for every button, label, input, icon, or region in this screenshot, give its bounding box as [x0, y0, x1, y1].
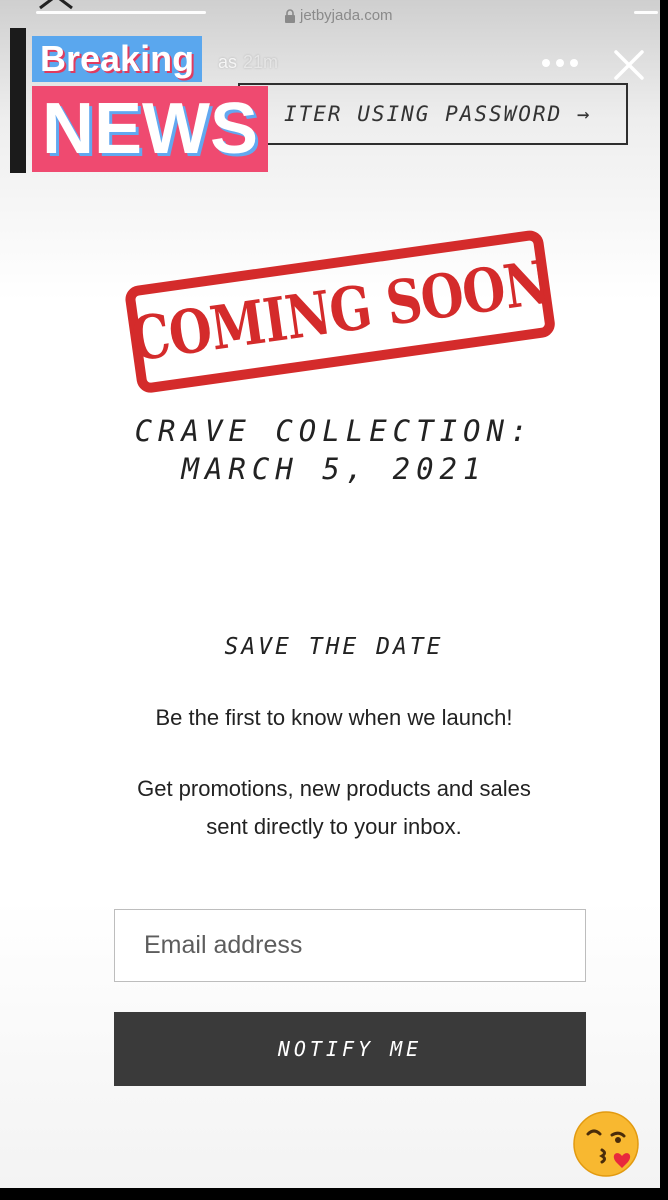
story-progress-bar-next — [634, 11, 658, 14]
enter-using-password-button[interactable]: ITER USING PASSWORD → — [238, 83, 628, 145]
close-icon[interactable] — [612, 48, 646, 82]
stamp-border: COMING SOON — [123, 228, 557, 395]
story-username[interactable]: as — [218, 52, 237, 73]
more-options-icon[interactable] — [540, 56, 580, 70]
news-sticker: NEWS — [32, 86, 268, 172]
address-bar[interactable]: jetbyjada.com — [284, 7, 393, 24]
url-text: jetbyjada.com — [300, 7, 393, 24]
kissing-emoji-icon[interactable] — [572, 1110, 640, 1178]
story-time: 21m — [243, 52, 279, 72]
screen-edge-bottom — [0, 1188, 668, 1200]
notify-me-button[interactable]: NOTIFY ME — [114, 1012, 586, 1086]
stamp-text: COMING SOON — [126, 247, 554, 376]
lock-icon — [285, 8, 295, 23]
avatar-edge — [10, 28, 26, 173]
screen-edge-right — [660, 0, 668, 1200]
tagline: Be the first to know when we launch! — [155, 705, 513, 730]
save-the-date-heading: SAVE THE DATE — [224, 634, 444, 660]
description-line-1: Get promotions, new products and sales — [137, 776, 531, 801]
coming-soon-stamp: COMING SOON — [122, 216, 568, 419]
story-user-row[interactable]: as 21m — [218, 52, 278, 73]
email-field[interactable] — [114, 909, 586, 982]
description-line-2: sent directly to your inbox. — [206, 814, 462, 839]
story-frame: jetbyjada.com ITER USING PASSWORD → as 2… — [0, 0, 660, 1188]
collection-title: CRAVE COLLECTION: — [134, 414, 534, 448]
story-progress-bar — [36, 11, 206, 14]
breaking-sticker: Breaking — [32, 36, 203, 82]
back-chevron-icon[interactable] — [38, 0, 74, 10]
collection-date: MARCH 5, 2021 — [181, 452, 487, 486]
